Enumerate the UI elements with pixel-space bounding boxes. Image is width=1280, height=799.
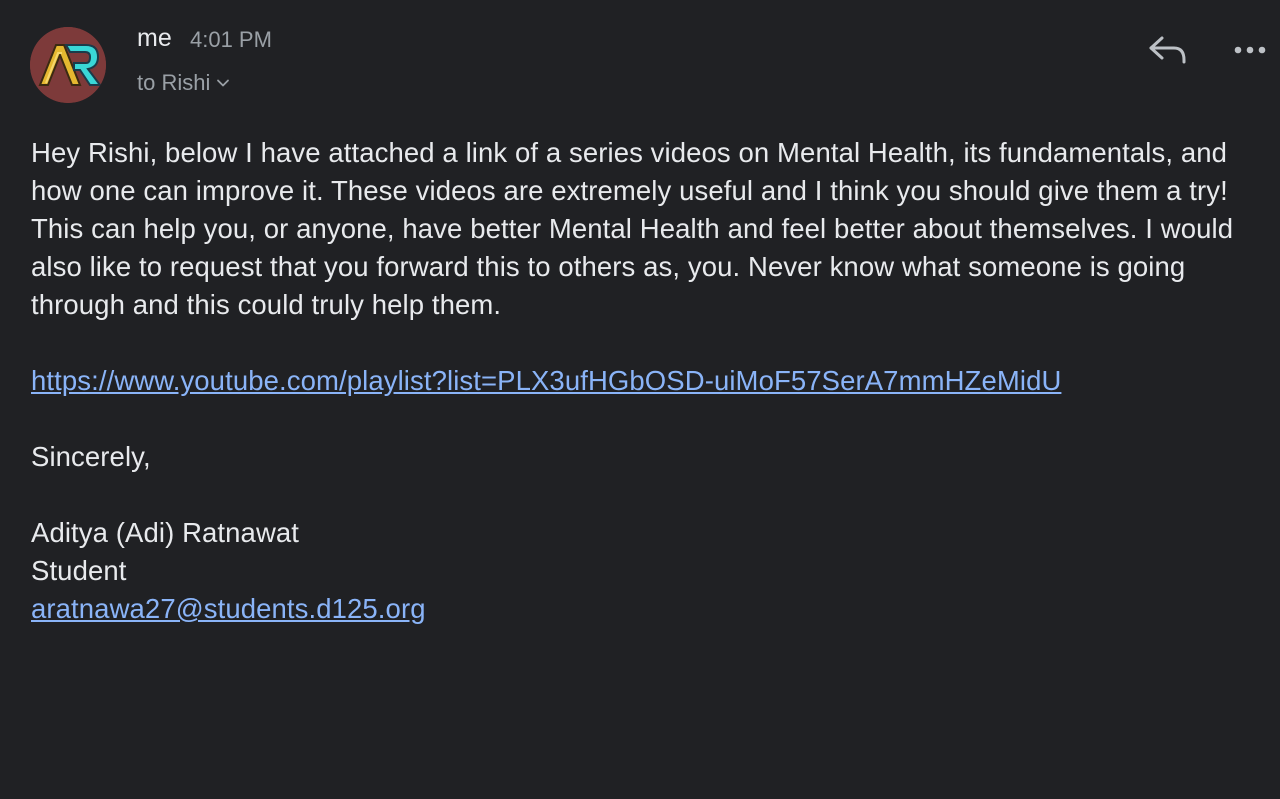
signature-email-link[interactable]: aratnawa27@students.d125.org (31, 593, 426, 624)
message-body: Hey Rishi, below I have attached a link … (31, 134, 1276, 628)
playlist-link[interactable]: https://www.youtube.com/playlist?list=PL… (31, 365, 1061, 396)
reply-button[interactable] (1146, 30, 1188, 70)
logo-icon (30, 27, 106, 103)
more-horizontal-icon (1234, 46, 1266, 54)
recipient-label: to Rishi (137, 70, 211, 95)
timestamp: 4:01 PM (190, 27, 272, 52)
avatar[interactable] (30, 27, 106, 103)
sender-name: me (137, 24, 172, 52)
signature-title: Student (31, 555, 127, 586)
reply-icon (1149, 36, 1186, 64)
more-options-button[interactable] (1230, 38, 1270, 62)
message-paragraph: Hey Rishi, below I have attached a link … (31, 137, 1234, 320)
recipient-toggle[interactable]: to Rishi (137, 70, 230, 96)
chevron-down-icon (217, 79, 230, 87)
signature-name: Aditya (Adi) Ratnawat (31, 517, 300, 548)
closing-text: Sincerely, (31, 441, 151, 472)
